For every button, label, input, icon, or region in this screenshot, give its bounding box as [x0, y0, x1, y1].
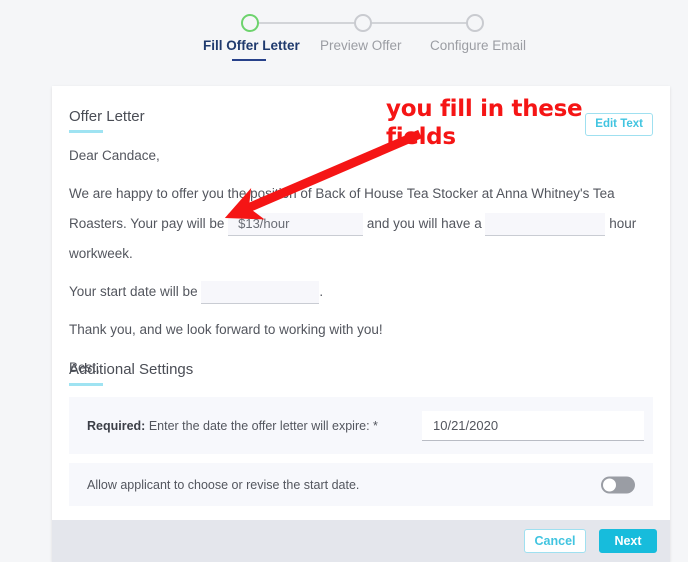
start-date-suffix-text: .	[319, 284, 324, 299]
letter-thank-you: Thank you, and we look forward to workin…	[69, 322, 383, 337]
expiration-required-marker: Required:	[87, 418, 146, 433]
letter-start-date-paragraph: Your start date will be .	[69, 277, 653, 307]
setting-row-expiration-date: Required: Enter the date the offer lette…	[69, 397, 653, 454]
step-node-fill-offer-letter[interactable]	[241, 14, 259, 32]
additional-settings-title: Additional Settings	[69, 361, 194, 378]
expiration-date-input[interactable]	[422, 410, 644, 441]
annotation-text: you fill in these fields	[386, 96, 583, 150]
offer-letter-body: Dear Candace, We are happy to offer you …	[69, 141, 653, 383]
expiration-label-rest: Enter the date the offer letter will exp…	[145, 418, 378, 433]
offer-letter-section-title: Offer Letter	[69, 108, 145, 125]
letter-body-text-2: and you will have a	[366, 216, 482, 231]
active-step-underline	[232, 59, 266, 61]
progress-stepper: Fill Offer Letter Preview Offer Configur…	[0, 0, 688, 78]
step-label-configure-email[interactable]: Configure Email	[430, 38, 526, 53]
card-footer: Cancel Next	[52, 520, 670, 562]
start-date-prefix-text: Your start date will be	[69, 284, 198, 299]
additional-settings-title-rule	[69, 383, 103, 386]
allow-start-date-label: Allow applicant to choose or revise the …	[87, 477, 360, 492]
expiration-date-label: Required: Enter the date the offer lette…	[87, 419, 378, 433]
cancel-button[interactable]: Cancel	[524, 529, 586, 553]
edit-text-button[interactable]: Edit Text	[585, 113, 653, 136]
offer-letter-title-rule	[69, 130, 103, 133]
step-node-configure-email[interactable]	[466, 14, 484, 32]
workweek-hours-input[interactable]	[485, 212, 606, 236]
start-date-input[interactable]	[201, 280, 320, 304]
next-button[interactable]: Next	[599, 529, 657, 553]
toggle-knob	[603, 478, 616, 491]
letter-body-paragraph: We are happy to offer you the position o…	[69, 179, 653, 269]
allow-start-date-toggle[interactable]	[601, 476, 635, 493]
step-label-fill-offer-letter[interactable]: Fill Offer Letter	[203, 38, 300, 53]
pay-rate-input[interactable]	[228, 212, 364, 236]
offer-letter-card: Offer Letter Edit Text Dear Candace, We …	[52, 86, 670, 562]
step-label-preview-offer[interactable]: Preview Offer	[320, 38, 402, 53]
step-node-preview-offer[interactable]	[354, 14, 372, 32]
app-root: Fill Offer Letter Preview Offer Configur…	[0, 0, 688, 562]
setting-row-allow-start-date-change: Allow applicant to choose or revise the …	[69, 463, 653, 506]
